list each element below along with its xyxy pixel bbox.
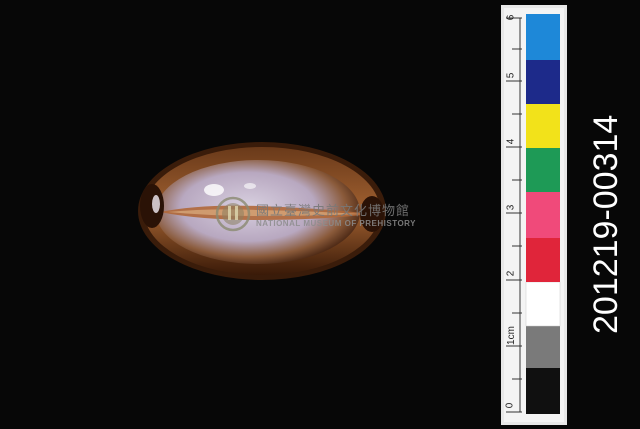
scale-number-3: 3	[505, 204, 517, 211]
color-patches	[525, 14, 561, 414]
patch-gray	[526, 326, 560, 368]
patch-green	[526, 148, 560, 192]
catalog-number: 201219-00314	[587, 114, 625, 334]
scale-bar	[501, 5, 567, 425]
watermark-english-text: NATIONAL MUSEUM OF PREHISTORY	[256, 219, 416, 228]
patch-cyan	[526, 14, 560, 60]
patch-red	[526, 238, 560, 282]
patch-blue	[526, 60, 560, 104]
patch-yellow	[526, 104, 560, 148]
scale-number-5: 5	[505, 72, 517, 79]
patch-black	[526, 368, 560, 414]
watermark-chinese-text: 國立臺灣史前文化博物館	[256, 204, 411, 219]
scale-number-1cm: 1cm	[505, 326, 517, 345]
scale-number-6: 6	[505, 14, 517, 21]
patch-pink	[526, 192, 560, 238]
scale-number-2: 2	[505, 270, 517, 277]
photo-stage: 0 1cm 2 3 4 5 6 國立臺灣史前文化博物館 NATIONAL MUS…	[0, 0, 640, 429]
scale-number-0: 0	[504, 402, 516, 409]
scale-number-4: 4	[505, 138, 517, 145]
patch-white	[525, 281, 561, 327]
